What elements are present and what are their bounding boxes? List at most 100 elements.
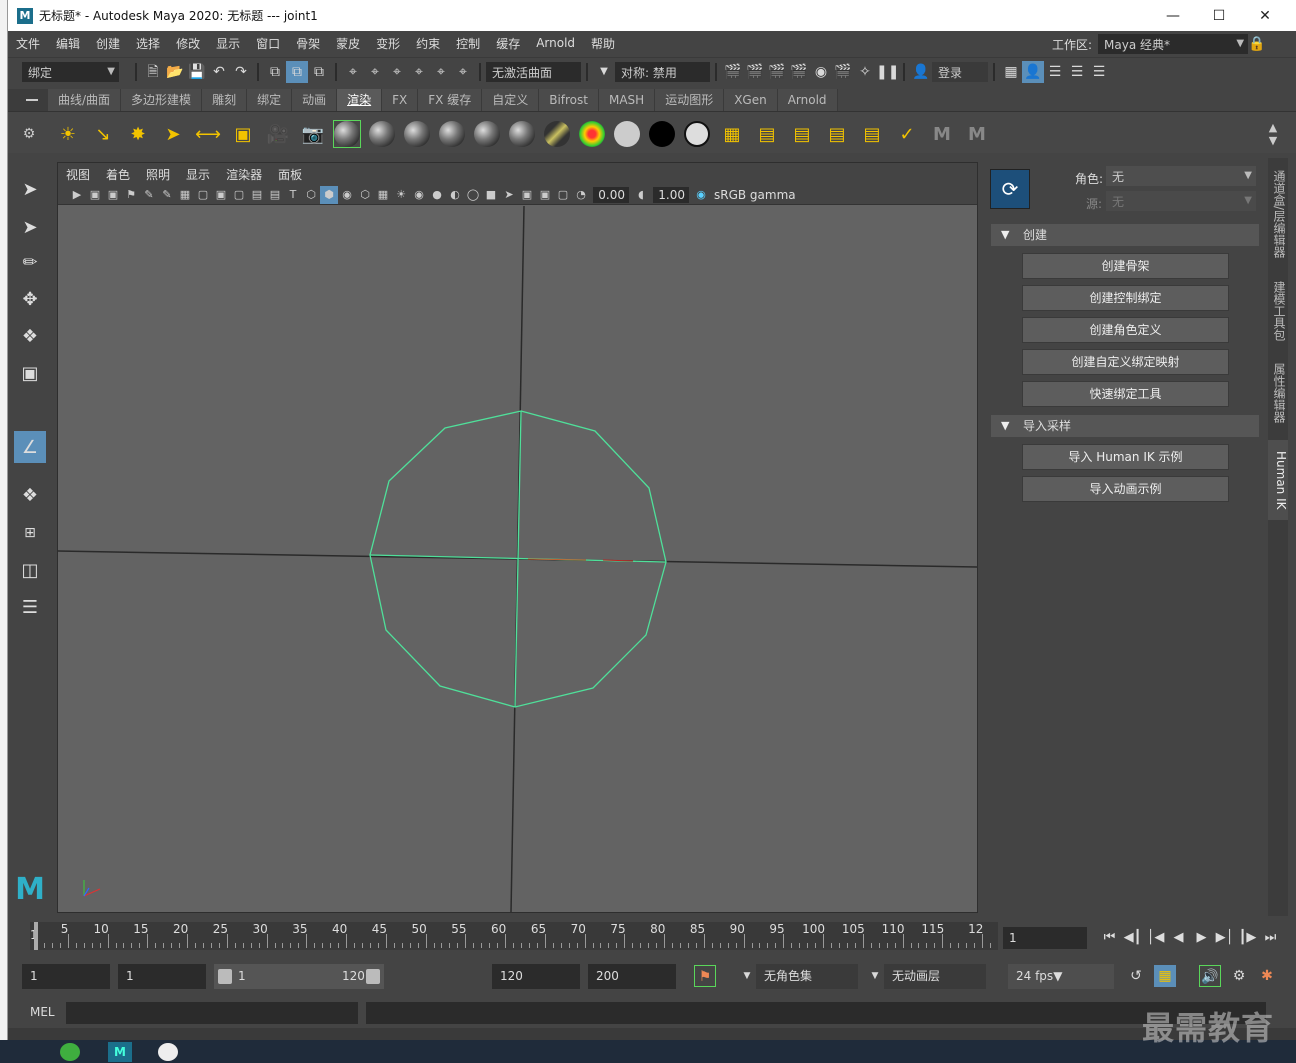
shelf-tab-bifrost[interactable]: Bifrost xyxy=(539,89,599,111)
select-hierarchy-icon[interactable]: ⧉ xyxy=(264,61,286,83)
anti-aliasing-icon[interactable]: ◯ xyxy=(464,186,482,204)
create-character-definition-button[interactable]: 创建角色定义 xyxy=(1022,317,1229,343)
import-hik-example-button[interactable]: 导入 Human IK 示例 xyxy=(1022,444,1229,470)
select-object-icon[interactable]: ⧉ xyxy=(286,61,308,83)
joint-tool-icon[interactable]: ∠ xyxy=(14,431,46,463)
menu-file[interactable]: 文件 xyxy=(8,35,48,52)
viewport-canvas[interactable]: persp xyxy=(57,205,978,946)
render-setup-icon[interactable]: 🎬 xyxy=(832,61,854,83)
character-pose-icon[interactable]: ✱ xyxy=(1256,965,1278,987)
shelf-tab-curves[interactable]: 曲线/曲面 xyxy=(48,89,122,111)
resolution-gate-icon[interactable]: ▣ xyxy=(212,186,230,204)
play-backwards-icon[interactable]: ◀ xyxy=(1167,927,1190,949)
workspace-dropdown[interactable]: Maya 经典* ▼ xyxy=(1098,34,1249,54)
browser-taskbar-icon[interactable] xyxy=(60,1043,80,1061)
vp-menu-view[interactable]: 视图 xyxy=(58,166,98,183)
vp-menu-panels[interactable]: 面板 xyxy=(270,166,310,183)
shelf-tab-sculpt[interactable]: 雕刻 xyxy=(202,89,248,111)
go-to-end-icon[interactable]: ⏭ xyxy=(1259,927,1282,949)
phonge-material-icon[interactable] xyxy=(438,120,466,148)
human-ik-logo-icon[interactable]: ⟳ xyxy=(990,169,1030,209)
use-all-lights-icon[interactable]: ☀ xyxy=(392,186,410,204)
human-ik-toggle-icon[interactable]: 👤 xyxy=(1022,61,1044,83)
camera-attributes-icon[interactable]: ▣ xyxy=(86,186,104,204)
anim-prefs-icon[interactable]: ⚙ xyxy=(1228,965,1250,987)
textured-icon[interactable]: ▦ xyxy=(374,186,392,204)
shelf-scroll-icon[interactable]: ▲ ▼ xyxy=(1264,120,1282,148)
shelf-tab-fx-cache[interactable]: FX 缓存 xyxy=(418,89,483,111)
go-to-start-icon[interactable]: ⏮ xyxy=(1098,927,1121,949)
scale-tool-icon[interactable]: ▣ xyxy=(14,357,46,389)
screen-space-ao-icon[interactable]: ● xyxy=(428,186,446,204)
anim-start-field[interactable]: 1 xyxy=(22,964,110,989)
directional-light-icon[interactable]: ↘ xyxy=(89,120,117,148)
surface-shader-icon[interactable] xyxy=(508,120,536,148)
field-chart-icon[interactable]: ▤ xyxy=(248,186,266,204)
playback-start-field[interactable]: 1 xyxy=(118,964,206,989)
cache-playback-icon[interactable]: ▦ xyxy=(1154,965,1176,987)
render-layer-icon[interactable]: ▤ xyxy=(753,120,781,148)
move-tool-icon[interactable]: ✥ xyxy=(14,283,46,315)
grid-toggle-icon[interactable]: ▦ xyxy=(176,186,194,204)
shelf-settings-gear-icon[interactable]: ⚙ xyxy=(18,120,40,148)
shelf-tab-rigging[interactable]: 绑定 xyxy=(247,89,293,111)
bookmark-icon[interactable]: ▣ xyxy=(104,186,122,204)
menu-modify[interactable]: 修改 xyxy=(168,35,208,52)
user-icon[interactable]: 👤 xyxy=(910,61,932,83)
current-time-field[interactable]: 1 xyxy=(1003,927,1087,949)
shelf-tab-rendering[interactable]: 渲染 xyxy=(337,89,383,111)
smooth-shade-icon[interactable]: ⬢ xyxy=(320,185,338,204)
auto-key-icon[interactable]: ⚑ xyxy=(694,965,716,987)
ipr-render-icon[interactable]: 🎬 xyxy=(766,61,788,83)
lambert-material-icon[interactable] xyxy=(368,120,396,148)
blinn-material-icon[interactable] xyxy=(333,120,361,148)
step-back-key-icon[interactable]: │◀ xyxy=(1144,927,1167,949)
shadows-icon[interactable]: ◉ xyxy=(410,186,428,204)
shelf-menu-icon[interactable] xyxy=(8,89,48,111)
close-button[interactable]: ✕ xyxy=(1242,0,1288,31)
open-scene-icon[interactable]: 📂 xyxy=(164,61,186,83)
aniso-material-icon[interactable] xyxy=(473,120,501,148)
shelf-tab-motion-graphics[interactable]: 运动图形 xyxy=(655,89,725,111)
use-background-icon[interactable] xyxy=(683,120,711,148)
white-swatch-icon[interactable] xyxy=(613,120,641,148)
snap-view-icon[interactable]: ⌖ xyxy=(408,61,430,83)
command-language-label[interactable]: MEL xyxy=(30,1005,55,1019)
create-skeleton-button[interactable]: 创建骨架 xyxy=(1022,253,1229,279)
camera-icon[interactable]: 🎥 xyxy=(264,120,292,148)
rotate-tool-icon[interactable]: ❖ xyxy=(14,320,46,352)
camera-select-icon[interactable]: ▶ xyxy=(68,186,86,204)
xray-active-icon[interactable]: ▣ xyxy=(536,186,554,204)
isolate-select-icon[interactable]: ➤ xyxy=(500,186,518,204)
safe-title-icon[interactable]: T xyxy=(284,186,302,204)
menu-create[interactable]: 创建 xyxy=(88,35,128,52)
safe-action-icon[interactable]: ▤ xyxy=(266,186,284,204)
shelf-tab-mash[interactable]: MASH xyxy=(598,89,656,111)
color-management-icon[interactable]: ◉ xyxy=(692,186,710,204)
motion-blur-icon[interactable]: ◐ xyxy=(446,186,464,204)
2d-pan-zoom-icon[interactable]: ✎ xyxy=(140,186,158,204)
loop-icon[interactable]: ↺ xyxy=(1125,965,1147,987)
ambient-light-icon[interactable]: ☀ xyxy=(54,120,82,148)
render-settings-icon[interactable]: 🎬 xyxy=(788,61,810,83)
exposure-icon[interactable]: ◔ xyxy=(572,186,590,204)
maya-taskbar-icon[interactable]: M xyxy=(108,1042,132,1062)
create-control-rig-button[interactable]: 创建控制绑定 xyxy=(1022,285,1229,311)
import-animation-example-button[interactable]: 导入动画示例 xyxy=(1022,476,1229,502)
vp-menu-renderer[interactable]: 渲染器 xyxy=(218,166,270,183)
sound-icon[interactable]: 🔊 xyxy=(1199,965,1221,987)
render-layer-stack-icon[interactable]: ▤ xyxy=(858,120,886,148)
chevron-down-icon[interactable]: ▼ xyxy=(864,965,886,987)
login-button[interactable]: 登录 xyxy=(932,62,988,82)
shelf-tab-fx[interactable]: FX xyxy=(382,89,419,111)
chevron-down-icon[interactable]: ▼ xyxy=(736,965,758,987)
create-section-header[interactable]: ▼ 创建 xyxy=(991,224,1259,246)
range-start-handle[interactable] xyxy=(218,969,232,984)
tab-modeling-toolkit[interactable]: 建模工具包 xyxy=(1268,272,1288,350)
four-pane-layout-icon[interactable]: ⊞ xyxy=(14,517,46,549)
snap-grid-icon[interactable]: ⌖ xyxy=(342,61,364,83)
menu-constrain[interactable]: 约束 xyxy=(408,35,448,52)
menu-help[interactable]: 帮助 xyxy=(583,35,623,52)
image-plane-icon[interactable]: ⚑ xyxy=(122,186,140,204)
fps-dropdown[interactable]: 24 fps▼ xyxy=(1008,964,1114,989)
